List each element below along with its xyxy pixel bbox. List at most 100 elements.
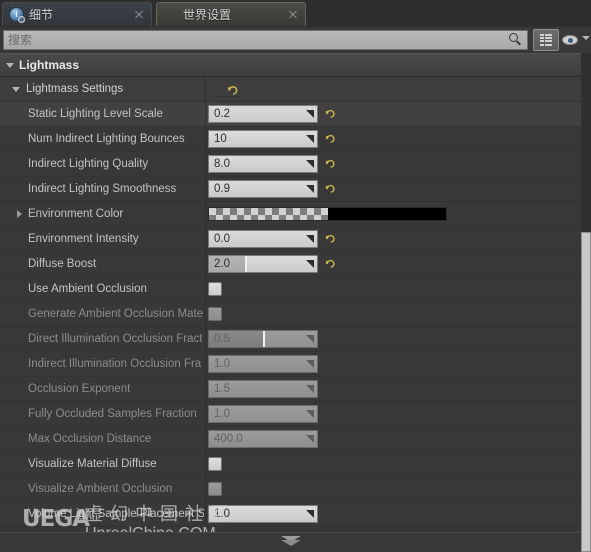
section-header-lightmass-settings[interactable]: Lightmass Settings	[0, 77, 591, 102]
reset-arrow-icon[interactable]	[325, 158, 336, 169]
bottom-bar	[0, 532, 591, 552]
property-label-text: Max Occlusion Distance	[28, 433, 152, 445]
spinner-icon[interactable]	[305, 410, 314, 419]
property-row[interactable]: Indirect Lighting Quality 8.0	[0, 152, 591, 177]
scrollbar-thumb[interactable]	[581, 232, 591, 552]
number-input[interactable]: 0.9	[208, 180, 318, 198]
number-field-cell: 0.0	[208, 230, 318, 248]
column-divider	[205, 302, 206, 326]
visibility-button[interactable]	[562, 31, 582, 49]
tab-world-settings-close-icon[interactable]	[287, 9, 299, 21]
property-row[interactable]: Environment Color	[0, 202, 591, 227]
column-divider	[205, 227, 206, 251]
spinner-icon[interactable]	[305, 435, 314, 444]
column-divider	[205, 377, 206, 401]
spinner-icon[interactable]	[305, 335, 314, 344]
spinner-icon[interactable]	[305, 510, 314, 519]
tab-details[interactable]: i 细节	[2, 2, 152, 26]
search-box[interactable]	[3, 30, 528, 50]
property-label: Use Ambient Occlusion	[0, 277, 204, 301]
property-row[interactable]: Fully Occluded Samples Fraction 1.0	[0, 402, 591, 427]
number-input[interactable]: 1.0	[208, 405, 318, 423]
property-label: Occlusion Exponent	[0, 377, 204, 401]
property-row[interactable]: Static Lighting Level Scale 0.2	[0, 102, 591, 127]
spinner-icon[interactable]	[305, 185, 314, 194]
number-field-cell: 8.0	[208, 155, 318, 173]
world-settings-panel: i 细节 世界设置 搜索 Lightmass Lightmass Setting…	[0, 0, 591, 552]
property-row[interactable]: Indirect Lighting Smoothness 0.9	[0, 177, 591, 202]
reset-arrow-icon[interactable]	[325, 233, 336, 244]
triangle-down-icon	[6, 62, 14, 68]
checkbox-cell	[208, 282, 222, 296]
column-divider	[205, 177, 206, 201]
number-input[interactable]: 2.0	[208, 255, 318, 273]
number-value: 2.0	[214, 258, 230, 270]
property-label: Indirect Illumination Occlusion Fra	[0, 352, 204, 376]
property-label: Static Lighting Level Scale	[0, 102, 204, 126]
reset-arrow-icon[interactable]	[325, 183, 336, 194]
property-label: Max Occlusion Distance	[0, 427, 204, 451]
number-input[interactable]: 400.0	[208, 430, 318, 448]
property-label-text: Indirect Illumination Occlusion Fra	[28, 358, 202, 370]
property-row[interactable]: Visualize Ambient Occlusion	[0, 477, 591, 502]
property-label-text: Use Ambient Occlusion	[28, 283, 147, 295]
property-row[interactable]: Volume Light Sample Placement S 1.0	[0, 502, 591, 527]
number-input[interactable]: 1.0	[208, 355, 318, 373]
property-row[interactable]: Generate Ambient Occlusion Mate	[0, 302, 591, 327]
number-input[interactable]: 0.0	[208, 230, 318, 248]
property-row[interactable]: Diffuse Boost 2.0	[0, 252, 591, 277]
property-row[interactable]: Use Ambient Occlusion	[0, 277, 591, 302]
reset-arrow-icon[interactable]	[325, 133, 336, 144]
spinner-icon[interactable]	[305, 385, 314, 394]
spinner-icon[interactable]	[305, 110, 314, 119]
search-toolbar	[0, 27, 591, 53]
tab-details-close-icon[interactable]	[133, 9, 145, 21]
triangle-right-icon[interactable]	[17, 210, 22, 218]
color-swatch-solid	[327, 208, 446, 220]
property-label: Direct Illumination Occlusion Fract	[0, 327, 204, 351]
reset-arrow-icon[interactable]	[325, 108, 336, 119]
number-input[interactable]: 1.5	[208, 380, 318, 398]
spinner-icon[interactable]	[305, 260, 314, 269]
reset-arrow-icon[interactable]	[325, 258, 336, 269]
property-row[interactable]: Max Occlusion Distance 400.0	[0, 427, 591, 452]
slider-handle[interactable]	[263, 331, 265, 347]
column-divider	[205, 352, 206, 376]
property-row[interactable]: Num Indirect Lighting Bounces 10	[0, 127, 591, 152]
spinner-icon[interactable]	[305, 235, 314, 244]
property-row[interactable]: Environment Intensity 0.0	[0, 227, 591, 252]
spinner-icon[interactable]	[305, 160, 314, 169]
spinner-icon[interactable]	[305, 135, 314, 144]
double-chevron-down-icon[interactable]	[281, 536, 307, 548]
category-header-lightmass[interactable]: Lightmass	[0, 53, 591, 77]
number-value: 10	[214, 133, 227, 145]
property-row[interactable]: Indirect Illumination Occlusion Fra 1.0	[0, 352, 591, 377]
vertical-scrollbar[interactable]	[581, 53, 591, 552]
slider-handle[interactable]	[244, 256, 247, 272]
number-input[interactable]: 1.0	[208, 505, 318, 523]
search-input[interactable]	[4, 33, 507, 47]
property-row[interactable]: Direct Illumination Occlusion Fract 0.5	[0, 327, 591, 352]
property-rows: Static Lighting Level Scale 0.2 Num Indire…	[0, 102, 591, 532]
column-divider	[205, 502, 206, 526]
property-row[interactable]: Occlusion Exponent 1.5	[0, 377, 591, 402]
property-tree: Lightmass Lightmass Settings Static Ligh…	[0, 53, 591, 532]
property-label-text: Indirect Lighting Quality	[28, 158, 149, 170]
color-swatch[interactable]	[208, 207, 447, 221]
property-row[interactable]: Visualize Material Diffuse	[0, 452, 591, 477]
grid-view-button[interactable]	[533, 29, 559, 51]
number-input[interactable]: 10	[208, 130, 318, 148]
column-divider	[205, 277, 206, 301]
spinner-icon[interactable]	[305, 360, 314, 369]
checkbox[interactable]	[208, 282, 222, 296]
reset-arrow-icon[interactable]	[215, 84, 239, 97]
tab-world-settings[interactable]: 世界设置	[156, 2, 306, 26]
checkbox	[208, 307, 222, 321]
property-label: Indirect Lighting Smoothness	[0, 177, 204, 201]
checkbox[interactable]	[208, 457, 222, 471]
number-input[interactable]: 0.2	[208, 105, 318, 123]
column-divider	[205, 252, 206, 276]
number-input[interactable]: 0.5	[208, 330, 318, 348]
chevron-down-icon[interactable]	[582, 36, 590, 40]
number-input[interactable]: 8.0	[208, 155, 318, 173]
